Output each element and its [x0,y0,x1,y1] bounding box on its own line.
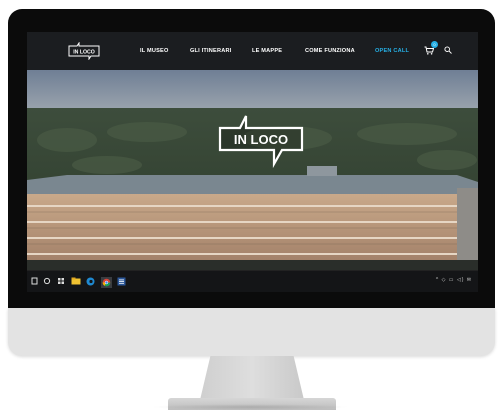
monitor-chin [8,308,495,356]
hero-aerial-image [27,70,478,270]
nav-item-come-funziona[interactable]: COME FUNZIONA [305,48,355,54]
task-view-icon[interactable] [57,277,65,288]
in-loco-logo[interactable]: IN LOCO [67,42,101,60]
edge-icon[interactable] [86,277,95,289]
word-icon[interactable] [117,277,126,289]
hero-logo-text: IN LOCO [234,132,288,147]
search-icon[interactable] [444,46,452,54]
site-header: IN LOCO IL MUSEO GLI ITINERARI LE MAPPE … [27,32,478,70]
windows-taskbar: ^ ◇ ▭ ◁) ✉ [27,270,478,292]
file-explorer-icon[interactable] [71,277,81,288]
monitor-stand [200,356,304,400]
hero-in-loco-logo: IN LOCO [218,115,304,168]
nav-item-le-mappe[interactable]: LE MAPPE [252,48,282,54]
system-tray[interactable]: ^ ◇ ▭ ◁) ✉ [436,277,472,283]
nav-item-il-museo[interactable]: IL MUSEO [140,48,169,54]
nav-item-open-call[interactable]: OPEN CALL [375,48,409,54]
windows-icon[interactable] [31,277,38,288]
nav-item-gli-itinerari[interactable]: GLI ITINERARI [190,48,231,54]
floor-shadow [150,404,350,410]
logo-text: IN LOCO [73,50,95,56]
monitor-screen: IN LOCO IL MUSEO GLI ITINERARI LE MAPPE … [27,32,478,292]
search-icon[interactable] [43,277,51,288]
chrome-icon[interactable] [101,277,112,291]
cart-count-badge: 0 [431,41,438,48]
